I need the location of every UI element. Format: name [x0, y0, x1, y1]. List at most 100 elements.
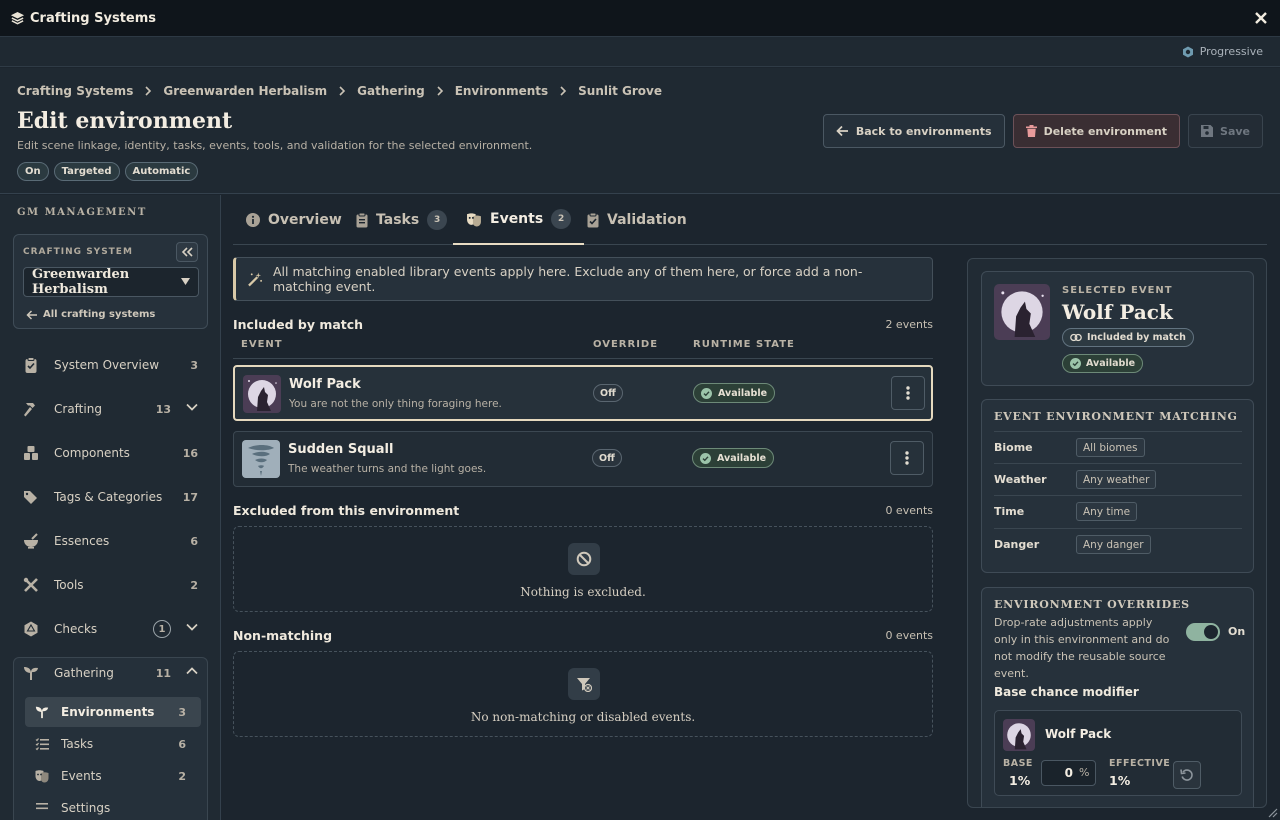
- selected-event-name: Wolf Pack: [1062, 300, 1173, 324]
- resize-handle-icon[interactable]: [1266, 806, 1278, 818]
- sidebar-item-events[interactable]: Events 2: [25, 761, 201, 791]
- title-bar: Crafting Systems: [0, 0, 1280, 37]
- sidebar-item-tools[interactable]: Tools 2: [13, 565, 208, 605]
- sidebar-item-components[interactable]: Components 16: [13, 433, 208, 473]
- match-row-biome: Biome All biomes: [994, 431, 1242, 463]
- event-name: Wolf Pack: [289, 377, 361, 392]
- row-menu-button[interactable]: [891, 376, 925, 410]
- empty-text: Nothing is excluded.: [520, 585, 646, 599]
- status-label: Available: [717, 452, 767, 464]
- sidebar-item-count: 3: [178, 705, 186, 719]
- sidebar-item-tasks[interactable]: Tasks 6: [25, 729, 201, 759]
- toggle-label: On: [1228, 625, 1246, 638]
- arrow-left-icon: [836, 125, 848, 137]
- match-value: Any time: [1076, 502, 1138, 521]
- excluded-section-title: Excluded from this environment: [233, 503, 460, 518]
- event-matching-card: EVENT ENVIRONMENT MATCHING Biome All bio…: [981, 399, 1254, 573]
- sidebar-item-count: 2: [190, 578, 198, 592]
- tab-bar: Overview Tasks 3 Events 2 Validation: [233, 195, 1267, 245]
- override-toggle[interactable]: Off: [592, 449, 622, 467]
- sidebar-item-settings[interactable]: Settings: [25, 793, 201, 820]
- modifier-event-name: Wolf Pack: [1045, 727, 1112, 741]
- event-description: The weather turns and the light goes.: [288, 463, 487, 475]
- sidebar-item-label: Gathering: [54, 666, 114, 680]
- override-toggle[interactable]: Off: [593, 384, 623, 402]
- tab-label: Events: [490, 211, 544, 227]
- breadcrumb-environments[interactable]: Environments: [455, 84, 548, 98]
- mortar-icon: [24, 533, 38, 549]
- included-section-title: Included by match: [233, 317, 364, 332]
- breadcrumb-gathering[interactable]: Gathering: [357, 84, 425, 98]
- sidebar-item-tags-categories[interactable]: Tags & Categories 17: [13, 477, 208, 517]
- chevron-up-icon[interactable]: [186, 667, 198, 675]
- link-icon: [1070, 333, 1082, 342]
- sidebar-item-label: Settings: [61, 801, 111, 815]
- nonmatching-section-title: Non-matching: [233, 628, 333, 643]
- nonmatching-count: 0 events: [885, 629, 933, 642]
- toggle-knob: [1204, 625, 1218, 639]
- tab-overview[interactable]: Overview: [246, 195, 342, 245]
- ban-icon: [568, 543, 600, 575]
- delete-environment-button[interactable]: Delete environment: [1012, 114, 1181, 148]
- sidebar-item-label: Tasks: [61, 737, 94, 751]
- list-check-icon: [35, 738, 49, 751]
- event-description: You are not the only thing foraging here…: [289, 398, 502, 410]
- event-row-sudden-squall[interactable]: Sudden Squall The weather turns and the …: [233, 431, 933, 487]
- breadcrumb-system[interactable]: Greenwarden Herbalism: [163, 84, 327, 98]
- clipboard-list-icon: [356, 212, 368, 227]
- sidebar-item-environments[interactable]: Environments 3: [25, 697, 201, 727]
- mode-indicator[interactable]: Progressive: [1182, 45, 1263, 58]
- d20-icon: [24, 621, 38, 637]
- chevron-down-icon[interactable]: [186, 623, 198, 631]
- back-label: Back to environments: [855, 124, 992, 138]
- sidebar-item-label: Checks: [54, 622, 98, 636]
- collapse-sidebar-button[interactable]: [176, 242, 198, 262]
- matching-title: EVENT ENVIRONMENT MATCHING: [994, 410, 1238, 423]
- chevron-down-icon[interactable]: [186, 403, 198, 411]
- reset-button[interactable]: [1173, 761, 1201, 789]
- back-to-environments-button[interactable]: Back to environments: [822, 114, 1005, 148]
- floppy-icon: [1201, 125, 1214, 137]
- wolf-moon-image: [243, 375, 281, 413]
- chevron-right-icon: [339, 86, 346, 96]
- sidebar-item-checks[interactable]: Checks 1: [13, 609, 208, 649]
- more-vertical-icon: [905, 451, 909, 465]
- tab-tasks[interactable]: Tasks 3: [356, 195, 448, 245]
- sidebar-item-count: 1: [153, 620, 171, 638]
- sidebar-item-essences[interactable]: Essences 6: [13, 521, 208, 561]
- chevron-right-icon: [145, 86, 152, 96]
- sidebar-item-crafting[interactable]: Crafting 13: [13, 389, 208, 429]
- match-row-time: Time Any time: [994, 495, 1242, 527]
- tab-validation[interactable]: Validation: [587, 195, 687, 245]
- match-value: Any danger: [1076, 535, 1151, 554]
- column-override: OVERRIDE: [593, 339, 659, 350]
- all-crafting-systems-link[interactable]: All crafting systems: [26, 309, 155, 320]
- sidebar-item-system-overview[interactable]: System Overview 3: [13, 345, 208, 385]
- tab-badge: 3: [427, 210, 448, 230]
- nonmatching-empty-state: No non-matching or disabled events.: [233, 651, 933, 737]
- column-event: EVENT: [241, 339, 283, 350]
- breadcrumb-crafting-systems[interactable]: Crafting Systems: [17, 84, 133, 98]
- overrides-toggle[interactable]: [1186, 623, 1220, 641]
- event-row-wolf-pack[interactable]: Wolf Pack You are not the only thing for…: [233, 365, 933, 421]
- header-actions: Back to environments Delete environment …: [822, 114, 1263, 148]
- arrow-left-icon: [26, 309, 37, 320]
- crafting-system-select[interactable]: Greenwarden Herbalism: [23, 267, 199, 297]
- match-key: Time: [994, 505, 1025, 518]
- status-chip-targeted: Targeted: [53, 162, 120, 181]
- base-value: 1%: [1009, 773, 1031, 788]
- progressive-icon: [1182, 46, 1193, 57]
- close-icon[interactable]: [1254, 11, 1268, 25]
- tools-icon: [23, 577, 38, 592]
- double-chevron-left-icon: [181, 247, 193, 257]
- sidebar-heading: GM MANAGEMENT: [17, 207, 147, 218]
- save-button[interactable]: Save: [1188, 114, 1263, 148]
- excluded-count: 0 events: [885, 504, 933, 517]
- environment-overrides-card: ENVIRONMENT OVERRIDES Drop-rate adjustme…: [981, 587, 1254, 807]
- row-menu-button[interactable]: [890, 441, 924, 475]
- hammer-icon: [24, 403, 35, 417]
- sidebar-item-gathering[interactable]: Gathering 11: [13, 653, 208, 693]
- sidebar-item-label: Events: [61, 769, 102, 783]
- tab-events[interactable]: Events 2: [453, 195, 585, 245]
- sidebar-item-label: Crafting: [54, 402, 102, 416]
